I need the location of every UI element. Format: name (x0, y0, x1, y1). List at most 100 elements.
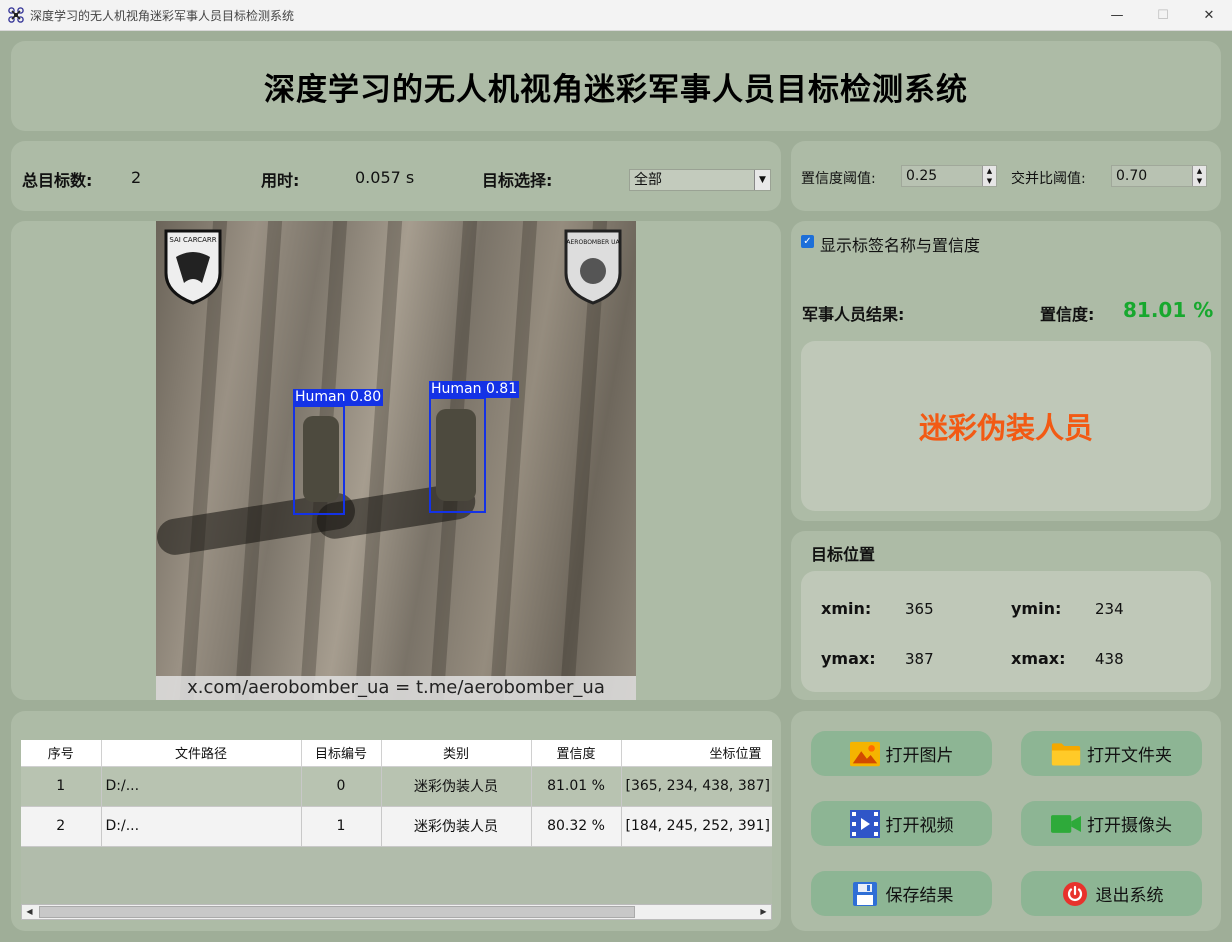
target-select[interactable]: 全部 ▼ (629, 169, 771, 191)
position-box: xmin: 365 ymin: 234 ymax: 387 xmax: 438 (801, 571, 1211, 692)
table-cell: 0 (301, 766, 382, 807)
table-cell: 迷彩伪装人员 (381, 806, 532, 847)
table-header-row: 序号 文件路径 目标编号 类别 置信度 坐标位置 (21, 740, 772, 767)
detection-image: SAI CARCARR AEROBOMBER UA Human 0.80 Hum… (156, 221, 636, 700)
save-result-button[interactable]: 保存结果 (811, 871, 992, 916)
iou-threshold-value: 0.70 (1116, 168, 1148, 184)
image-watermark: x.com/aerobomber_ua = t.me/aerobomber_ua (156, 676, 636, 700)
column-header[interactable]: 置信度 (531, 740, 622, 767)
table-cell: D:/... (101, 766, 302, 807)
table-cell: 80.32 % (531, 806, 622, 847)
exit-button[interactable]: 退出系统 (1021, 871, 1202, 916)
chevron-down-icon[interactable]: ▼ (754, 170, 770, 190)
open-image-button[interactable]: 打开图片 (811, 731, 992, 776)
result-panel: ✓ 显示标签名称与置信度 军事人员结果: 置信度: 81.01 % 迷彩伪装人员 (791, 221, 1221, 521)
open-video-button[interactable]: 打开视频 (811, 801, 992, 846)
page-title: 深度学习的无人机视角迷彩军事人员目标检测系统 (264, 71, 968, 108)
open-folder-button[interactable]: 打开文件夹 (1021, 731, 1202, 776)
right-logo-text: AEROBOMBER UA (566, 239, 620, 246)
iou-threshold-spinbox[interactable]: 0.70 ▲ ▼ (1111, 165, 1207, 187)
column-header[interactable]: 文件路径 (101, 740, 302, 767)
video-icon (849, 809, 880, 838)
table-cell: [365, 234, 438, 387] (621, 766, 772, 807)
results-table-panel: 序号 文件路径 目标编号 类别 置信度 坐标位置 1 D:/... 0 迷彩伪装… (11, 711, 781, 931)
open-camera-button[interactable]: 打开摄像头 (1021, 801, 1202, 846)
column-header[interactable]: 序号 (21, 740, 102, 767)
window-titlebar: 深度学习的无人机视角迷彩军事人员目标检测系统 — ☐ ✕ (0, 0, 1232, 31)
table-cell: 81.01 % (531, 766, 622, 807)
result-class-box: 迷彩伪装人员 (801, 341, 1211, 511)
total-targets-value: 2 (131, 168, 142, 187)
detection-box (429, 397, 486, 513)
total-targets-label: 总目标数: (22, 171, 93, 190)
camera-icon (1051, 810, 1081, 838)
open-folder-label: 打开文件夹 (1087, 746, 1172, 766)
close-button[interactable]: ✕ (1186, 0, 1232, 31)
time-label: 用时: (261, 171, 300, 190)
scroll-left-icon[interactable]: ◀ (22, 905, 37, 919)
exit-label: 退出系统 (1095, 886, 1164, 906)
folder-icon (1051, 740, 1081, 768)
table-cell: [184, 245, 252, 391] (621, 806, 772, 847)
detection-box (293, 405, 345, 515)
left-logo-text: SAI CARCARR (169, 236, 216, 244)
window-title: 深度学习的无人机视角迷彩军事人员目标检测系统 (30, 8, 295, 23)
iou-threshold-label: 交并比阈值: (1011, 171, 1086, 187)
save-icon (850, 880, 880, 908)
confidence-label: 置信度: (1040, 305, 1095, 324)
confidence-value: 81.01 % (1123, 298, 1214, 322)
target-position-panel: 目标位置 xmin: 365 ymin: 234 ymax: 387 xmax:… (791, 531, 1221, 700)
stats-panel: 总目标数: 2 用时: 0.057 s 目标选择: 全部 ▼ (11, 141, 781, 211)
table-cell: 1 (301, 806, 382, 847)
open-image-label: 打开图片 (885, 746, 954, 766)
left-logo-icon: SAI CARCARR (164, 229, 222, 305)
target-position-title: 目标位置 (811, 545, 876, 564)
table-row[interactable]: 2 D:/... 1 迷彩伪装人员 80.32 % [184, 245, 252… (21, 806, 772, 847)
image-icon (849, 740, 880, 768)
time-value: 0.057 s (355, 168, 415, 187)
conf-threshold-spinbox[interactable]: 0.25 ▲ ▼ (901, 165, 997, 187)
show-label-checkbox[interactable]: ✓ (801, 235, 814, 248)
table-cell: 2 (21, 806, 102, 847)
target-select-label: 目标选择: (482, 171, 553, 190)
xmin-value: 365 (905, 600, 934, 618)
xmin-label: xmin: (821, 599, 872, 618)
maximize-button[interactable]: ☐ (1140, 0, 1186, 31)
scroll-right-icon[interactable]: ▶ (756, 905, 771, 919)
xmax-label: xmax: (1011, 649, 1066, 668)
show-label-checkbox-label[interactable]: 显示标签名称与置信度 (820, 232, 980, 256)
results-table[interactable]: 序号 文件路径 目标编号 类别 置信度 坐标位置 1 D:/... 0 迷彩伪装… (21, 740, 772, 920)
spin-arrows-icon[interactable]: ▲ ▼ (982, 166, 996, 186)
detection-label: Human 0.80 (293, 389, 384, 406)
ymin-value: 234 (1095, 600, 1124, 618)
column-header[interactable]: 目标编号 (301, 740, 382, 767)
table-cell: 迷彩伪装人员 (381, 766, 532, 807)
threshold-panel: 置信度阈值: 0.25 ▲ ▼ 交并比阈值: 0.70 ▲ ▼ (791, 141, 1221, 211)
save-result-label: 保存结果 (885, 886, 954, 906)
column-header[interactable]: 类别 (381, 740, 532, 767)
table-cell: 1 (21, 766, 102, 807)
minimize-button[interactable]: — (1094, 0, 1140, 31)
result-label: 军事人员结果: (802, 305, 905, 324)
open-video-label: 打开视频 (885, 816, 954, 836)
header-panel: 深度学习的无人机视角迷彩军事人员目标检测系统 (11, 41, 1221, 131)
table-cell: D:/... (101, 806, 302, 847)
open-camera-label: 打开摄像头 (1087, 816, 1172, 836)
conf-threshold-value: 0.25 (906, 168, 938, 184)
image-panel: SAI CARCARR AEROBOMBER UA Human 0.80 Hum… (11, 221, 781, 700)
table-row[interactable]: 1 D:/... 0 迷彩伪装人员 81.01 % [365, 234, 438… (21, 766, 772, 807)
scrollbar-thumb[interactable] (39, 906, 635, 918)
ymin-label: ymin: (1011, 599, 1062, 618)
horizontal-scrollbar[interactable]: ◀ ▶ (21, 904, 772, 920)
conf-threshold-label: 置信度阈值: (801, 171, 876, 187)
ymax-label: ymax: (821, 649, 876, 668)
drone-icon (8, 7, 24, 23)
column-header[interactable]: 坐标位置 (621, 740, 772, 767)
target-select-value: 全部 (634, 172, 662, 188)
detection-label: Human 0.81 (429, 381, 520, 398)
actions-panel: 打开图片 打开文件夹 打开视频 打开摄像头 保存结果 退出系统 (791, 711, 1221, 931)
spin-arrows-icon[interactable]: ▲ ▼ (1192, 166, 1206, 186)
power-icon (1060, 880, 1090, 908)
xmax-value: 438 (1095, 650, 1124, 668)
ymax-value: 387 (905, 650, 934, 668)
